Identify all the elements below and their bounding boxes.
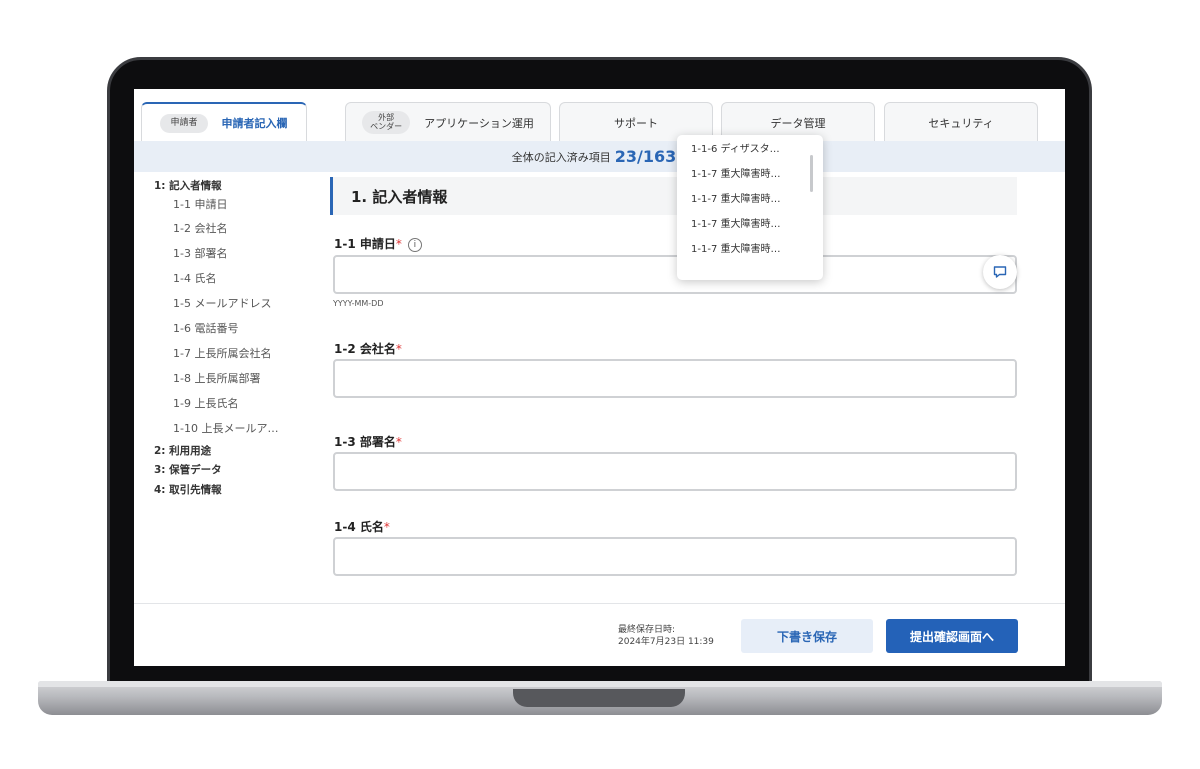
field-label-department: 1-3 部署名* (334, 433, 402, 450)
sidebar-item[interactable]: 1-2 会社名 (154, 216, 334, 241)
sidebar-item[interactable]: 1-5 メールアドレス (154, 291, 334, 316)
laptop-base-edge (38, 681, 1162, 687)
sidebar-item[interactable]: 1-1 申請日 (154, 194, 334, 216)
sidebar-item[interactable]: 1-4 氏名 (154, 266, 334, 291)
tab-badge: 外部 ベンダー (362, 110, 411, 135)
tab-security[interactable]: セキュリティ (884, 102, 1038, 142)
field-label-company: 1-2 会社名* (334, 340, 402, 357)
last-saved-time: 2024年7月23日 11:39 (618, 637, 714, 647)
sidebar-item[interactable]: 1-9 上長氏名 (154, 391, 334, 416)
label-text: 1-1 申請日 (334, 237, 396, 251)
sidebar-item[interactable]: 1-3 部署名 (154, 241, 334, 266)
progress-prefix: 全体の記入済み項目 (511, 150, 611, 164)
badge-line-1: 外部 (378, 112, 395, 122)
dropdown-option[interactable]: 1-1-7 重大障害時… (677, 168, 823, 193)
sidebar-section-4[interactable]: 4: 取引先情報 (154, 482, 334, 498)
sidebar-item[interactable]: 1-8 上長所属部署 (154, 366, 334, 391)
tab-badge: 申請者 (160, 113, 208, 133)
dropdown-option[interactable]: 1-1-7 重大障害時… (677, 193, 823, 218)
submit-confirm-button[interactable]: 提出確認画面へ (886, 619, 1018, 653)
chat-button[interactable] (983, 255, 1017, 289)
laptop-notch (513, 689, 685, 707)
sidebar-section-1[interactable]: 1: 記入者情報 (154, 178, 334, 194)
dropdown-scrollbar[interactable] (810, 155, 813, 192)
section-title: 1. 記入者情報 (330, 177, 1017, 215)
badge-line-2: ベンダー (370, 121, 403, 131)
sidebar-item[interactable]: 1-7 上長所属会社名 (154, 341, 334, 366)
required-mark: * (395, 237, 402, 251)
sidebar-item[interactable]: 1-10 上長メールア… (154, 416, 334, 441)
label-text: 1-2 会社名 (334, 342, 396, 356)
sidebar-nav: 1: 記入者情報 1-1 申請日 1-2 会社名 1-3 部署名 1-4 氏名 … (154, 178, 334, 498)
tab-label: 申請者記入欄 (221, 117, 288, 130)
dropdown-option[interactable]: 1-1-6 ディザスタ… (677, 143, 823, 168)
dropdown-option[interactable]: 1-1-7 重大障害時… (677, 218, 823, 243)
tab-label: アプリケーション運用 (424, 116, 534, 130)
tab-applicant[interactable]: 申請者 申請者記入欄 (141, 102, 307, 142)
chat-icon (993, 266, 1007, 278)
required-mark: * (395, 435, 402, 449)
field-label-date: 1-1 申請日* i (334, 235, 422, 252)
label-text: 1-4 氏名 (334, 520, 384, 534)
company-name-input[interactable] (333, 359, 1017, 398)
department-input[interactable] (333, 452, 1017, 491)
last-saved: 最終保存日時: 2024年7月23日 11:39 (618, 624, 714, 648)
progress-bar: 全体の記入済み項目 23/163 問 (134, 141, 1065, 172)
sidebar-section-3[interactable]: 3: 保管データ (154, 459, 334, 482)
dropdown-option[interactable]: 1-1-7 重大障害時… (677, 243, 823, 268)
application-date-input[interactable] (333, 255, 1017, 294)
question-dropdown: 1-1-6 ディザスタ… 1-1-7 重大障害時… 1-1-7 重大障害時… 1… (677, 135, 823, 280)
date-format-hint: YYYY-MM-DD (333, 299, 384, 308)
sidebar-section-2[interactable]: 2: 利用用途 (154, 443, 334, 459)
full-name-input[interactable] (333, 537, 1017, 576)
app-screen: 申請者 申請者記入欄 外部 ベンダー アプリケーション運用 サポート データ管理… (134, 89, 1065, 666)
progress-count: 23/163 (614, 147, 677, 166)
last-saved-label: 最終保存日時: (618, 625, 676, 635)
tab-label: データ管理 (770, 116, 826, 130)
tab-label: サポート (614, 116, 658, 130)
label-text: 1-3 部署名 (334, 435, 396, 449)
info-icon[interactable]: i (407, 237, 422, 252)
sidebar-item[interactable]: 1-6 電話番号 (154, 316, 334, 341)
save-draft-button[interactable]: 下書き保存 (741, 619, 873, 653)
required-mark: * (395, 342, 402, 356)
tab-label: セキュリティ (928, 116, 994, 130)
field-label-name: 1-4 氏名* (334, 518, 390, 535)
tab-application-operation[interactable]: 外部 ベンダー アプリケーション運用 (345, 102, 551, 142)
required-mark: * (383, 520, 390, 534)
